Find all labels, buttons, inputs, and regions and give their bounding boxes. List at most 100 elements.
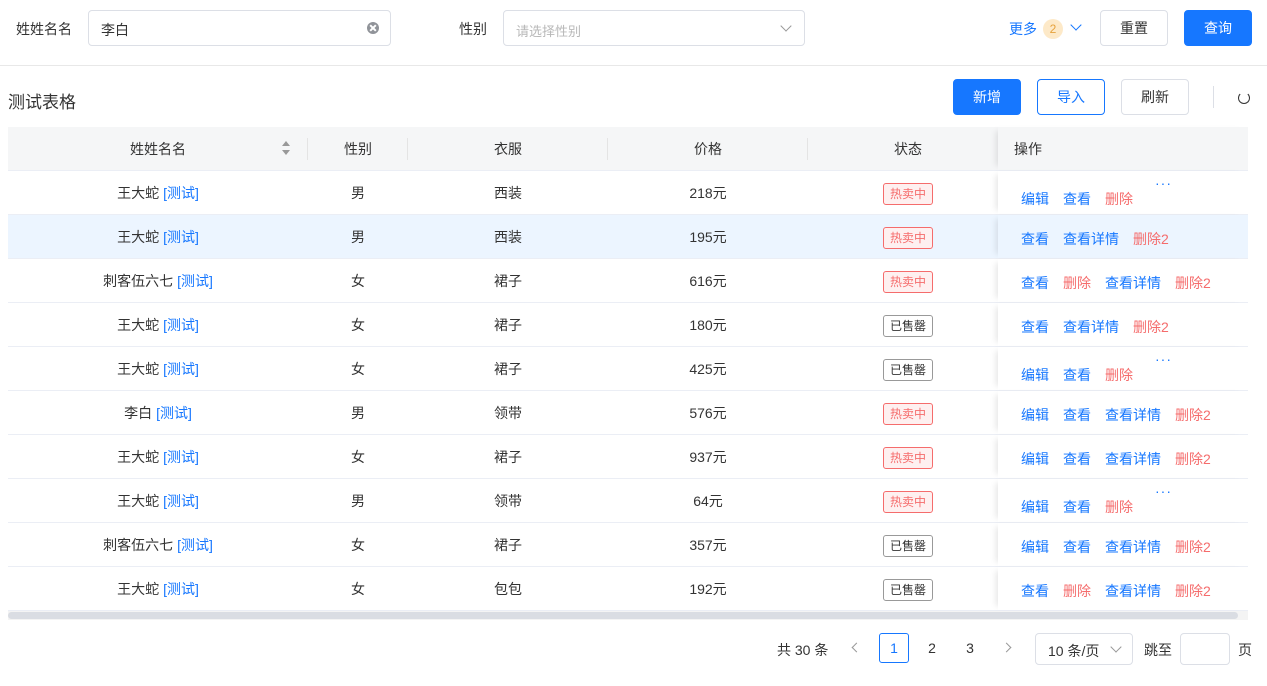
name-label: 姓姓名名 bbox=[16, 21, 72, 37]
column-header-name[interactable]: 姓姓名名 bbox=[8, 127, 308, 171]
action-link[interactable]: 删除 bbox=[1105, 189, 1133, 209]
sort-icon[interactable] bbox=[282, 141, 290, 157]
column-header-gender: 性别 bbox=[344, 141, 372, 157]
action-link[interactable]: 查看详情 bbox=[1063, 229, 1119, 249]
cell-clothes: 裙子 bbox=[494, 317, 522, 333]
import-button[interactable]: 导入 bbox=[1037, 79, 1105, 115]
action-link[interactable]: 查看详情 bbox=[1105, 405, 1161, 425]
chevron-down-icon bbox=[1110, 641, 1122, 653]
more-filters-toggle[interactable]: 更多 bbox=[1009, 19, 1037, 39]
row-tag[interactable]: [测试] bbox=[163, 449, 199, 465]
action-link[interactable]: 查看 bbox=[1063, 365, 1091, 385]
refresh-button[interactable]: 刷新 bbox=[1121, 79, 1189, 115]
gender-select[interactable]: 请选择性别 bbox=[503, 10, 805, 46]
table-row[interactable]: 王大蛇 [测试] 男 西装 195元 热卖中 查看 查看详情 删除2 bbox=[8, 215, 1248, 259]
table-row[interactable]: 王大蛇 [测试] 女 裙子 180元 已售罄 查看 查看详情 删除2 bbox=[8, 303, 1248, 347]
action-link[interactable]: 查看 bbox=[1063, 537, 1091, 557]
action-link[interactable]: 删除 bbox=[1105, 497, 1133, 517]
action-link[interactable]: 删除2 bbox=[1133, 317, 1169, 337]
more-actions-icon[interactable]: ··· bbox=[1155, 175, 1172, 191]
action-link[interactable]: 查看详情 bbox=[1063, 317, 1119, 337]
action-link[interactable]: 删除 bbox=[1105, 365, 1133, 385]
table-row[interactable]: 王大蛇 [测试] 男 领带 64元 热卖中 编辑 查看 删除 ··· bbox=[8, 479, 1248, 523]
table-row[interactable]: 王大蛇 [测试] 女 裙子 425元 已售罄 编辑 查看 删除 ··· bbox=[8, 347, 1248, 391]
row-tag[interactable]: [测试] bbox=[163, 581, 199, 597]
query-button[interactable]: 查询 bbox=[1184, 10, 1252, 46]
table-row[interactable]: 王大蛇 [测试] 女 包包 192元 已售罄 查看 删除 查看详情 删除2 bbox=[8, 567, 1248, 611]
table-row[interactable]: 李白 [测试] 男 领带 576元 热卖中 编辑 查看 查看详情 删除2 bbox=[8, 391, 1248, 435]
action-link[interactable]: 编辑 bbox=[1021, 405, 1049, 425]
action-link[interactable]: 编辑 bbox=[1021, 449, 1049, 469]
action-link[interactable]: 查看 bbox=[1063, 189, 1091, 209]
status-badge: 热卖中 bbox=[882, 271, 933, 294]
add-button[interactable]: 新增 bbox=[953, 79, 1021, 115]
action-link[interactable]: 查看 bbox=[1021, 317, 1049, 337]
action-link[interactable]: 删除 bbox=[1063, 581, 1091, 601]
cell-status: 已售罄 bbox=[808, 523, 1008, 567]
action-link[interactable]: 查看 bbox=[1063, 449, 1091, 469]
action-link[interactable]: 编辑 bbox=[1021, 365, 1049, 385]
action-link[interactable]: 编辑 bbox=[1021, 497, 1049, 517]
row-tag[interactable]: [测试] bbox=[163, 317, 199, 333]
row-tag[interactable]: [测试] bbox=[156, 405, 192, 421]
gender-placeholder: 请选择性别 bbox=[516, 24, 582, 39]
action-link[interactable]: 删除2 bbox=[1175, 273, 1211, 293]
page-3[interactable]: 3 bbox=[955, 633, 985, 663]
table-row[interactable]: 王大蛇 [测试] 男 西装 218元 热卖中 编辑 查看 删除 ··· bbox=[8, 171, 1248, 215]
cell-price: 937元 bbox=[689, 449, 727, 465]
action-link[interactable]: 删除2 bbox=[1175, 537, 1211, 557]
cell-clothes: 裙子 bbox=[494, 273, 522, 289]
prev-page-icon[interactable] bbox=[851, 642, 862, 653]
action-link[interactable]: 查看 bbox=[1063, 497, 1091, 517]
action-link[interactable]: 删除2 bbox=[1175, 581, 1211, 601]
row-actions: 查看 删除 查看详情 删除2 bbox=[998, 567, 1248, 610]
action-link[interactable]: 查看 bbox=[1021, 581, 1049, 601]
action-link[interactable]: 查看详情 bbox=[1105, 273, 1161, 293]
row-tag[interactable]: [测试] bbox=[163, 493, 199, 509]
page-2[interactable]: 2 bbox=[917, 633, 947, 663]
page-size-select[interactable]: 10 条/页 bbox=[1035, 633, 1133, 665]
action-link[interactable]: 删除2 bbox=[1175, 405, 1211, 425]
action-link[interactable]: 查看详情 bbox=[1105, 581, 1161, 601]
action-link[interactable]: 查看详情 bbox=[1105, 449, 1161, 469]
row-tag[interactable]: [测试] bbox=[177, 537, 213, 553]
row-tag[interactable]: [测试] bbox=[163, 185, 199, 201]
chevron-down-icon[interactable] bbox=[1070, 19, 1082, 31]
cell-status: 热卖中 bbox=[808, 171, 1008, 215]
action-link[interactable]: 删除 bbox=[1063, 273, 1091, 293]
row-tag[interactable]: [测试] bbox=[177, 273, 213, 289]
cell-price: 425元 bbox=[689, 361, 727, 377]
next-page-icon[interactable] bbox=[1001, 642, 1012, 653]
action-link[interactable]: 编辑 bbox=[1021, 537, 1049, 557]
page-1[interactable]: 1 bbox=[879, 633, 909, 663]
clear-icon[interactable] bbox=[367, 22, 379, 34]
pagination-total: 共 30 条 bbox=[777, 642, 829, 658]
action-link[interactable]: 查看 bbox=[1021, 273, 1049, 293]
table-row[interactable]: 刺客伍六七 [测试] 女 裙子 357元 已售罄 编辑 查看 查看详情 删除2 bbox=[8, 523, 1248, 567]
more-actions-icon[interactable]: ··· bbox=[1155, 483, 1172, 499]
action-link[interactable]: 查看 bbox=[1063, 405, 1091, 425]
table-row[interactable]: 刺客伍六七 [测试] 女 裙子 616元 热卖中 查看 删除 查看详情 删除2 bbox=[8, 259, 1248, 303]
jump-page-input[interactable] bbox=[1180, 633, 1230, 665]
action-link[interactable]: 删除2 bbox=[1133, 229, 1169, 249]
reset-button[interactable]: 重置 bbox=[1100, 10, 1168, 46]
action-link[interactable]: 查看 bbox=[1021, 229, 1049, 249]
row-tag[interactable]: [测试] bbox=[163, 361, 199, 377]
cell-status: 已售罄 bbox=[808, 303, 1008, 347]
refresh-icon[interactable] bbox=[1238, 92, 1250, 104]
column-header-status: 状态 bbox=[894, 141, 922, 157]
row-tag[interactable]: [测试] bbox=[163, 229, 199, 245]
status-badge: 已售罄 bbox=[882, 359, 933, 382]
horizontal-scrollbar[interactable] bbox=[8, 611, 1248, 620]
action-link[interactable]: 查看详情 bbox=[1105, 537, 1161, 557]
name-input[interactable]: 李白 bbox=[88, 10, 391, 46]
data-table: 姓姓名名 性别 衣服 价格 状态 操作 王大蛇 [测试] 男西装 218元 热卖中 编辑查… bbox=[8, 127, 1248, 611]
table-row[interactable]: 王大蛇 [测试] 女 裙子 937元 热卖中 编辑 查看 查看详情 删除2 bbox=[8, 435, 1248, 479]
scrollbar-thumb[interactable] bbox=[8, 612, 1238, 619]
more-actions-icon[interactable]: ··· bbox=[1155, 351, 1172, 367]
search-form: 姓姓名名 李白 性别 请选择性别 更多 2 重置 查询 bbox=[0, 0, 1267, 66]
cell-name: 刺客伍六七 [测试] bbox=[8, 259, 308, 303]
action-link[interactable]: 删除2 bbox=[1175, 449, 1211, 469]
cell-clothes: 裙子 bbox=[494, 361, 522, 377]
action-link[interactable]: 编辑 bbox=[1021, 189, 1049, 209]
